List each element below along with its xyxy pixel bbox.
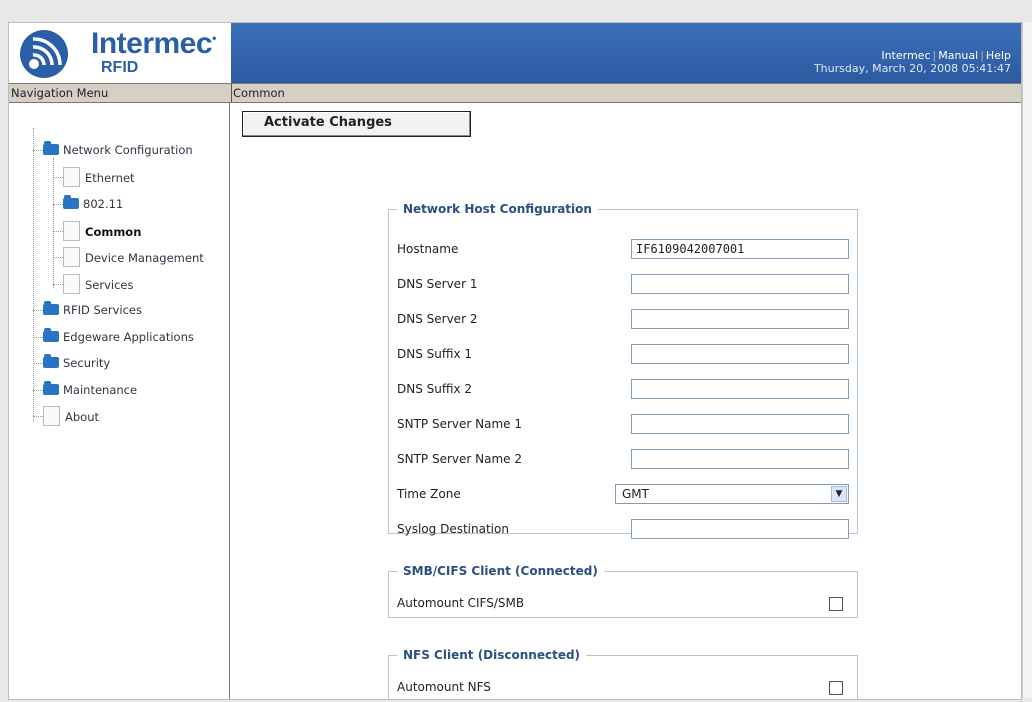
help-link[interactable]: Help bbox=[986, 49, 1011, 62]
nav-common[interactable]: Common bbox=[63, 221, 141, 241]
nav-device-management[interactable]: Device Management bbox=[63, 247, 204, 267]
hostname-input[interactable]: IF6109042007001 bbox=[631, 239, 849, 259]
syslog-destination-label: Syslog Destination bbox=[397, 522, 509, 536]
tree-connector bbox=[33, 390, 43, 391]
nav-rfid-services[interactable]: RFID Services bbox=[43, 300, 142, 320]
logo: Intermec• RFID bbox=[9, 23, 229, 83]
nav-802-11[interactable]: 802.11 bbox=[63, 194, 123, 214]
nav-ethernet[interactable]: Ethernet bbox=[63, 167, 135, 187]
intermec-link[interactable]: Intermec bbox=[881, 49, 930, 62]
nav-label: Security bbox=[63, 356, 111, 370]
page-icon bbox=[43, 406, 60, 426]
top-links: Intermec | Manual | Help bbox=[881, 49, 1011, 62]
nfs-client-group: NFS Client (Disconnected) Automount NFS bbox=[388, 648, 858, 699]
folder-icon bbox=[43, 354, 59, 368]
dns-suffix-2-label: DNS Suffix 2 bbox=[397, 382, 473, 396]
nav-about[interactable]: About bbox=[43, 406, 99, 426]
browser-page: Intermec• RFID Intermec | Manual | Help Thur… bbox=[8, 22, 1022, 700]
dns-server-1-label: DNS Server 1 bbox=[397, 277, 478, 291]
tree-connector bbox=[53, 177, 63, 178]
nav-label: Maintenance bbox=[63, 383, 138, 397]
tree-connector bbox=[33, 337, 43, 338]
nav-label: Network Configuration bbox=[63, 143, 193, 157]
tree-connector bbox=[33, 310, 43, 311]
dns-suffix-1-input[interactable] bbox=[631, 344, 849, 364]
nav-label: Edgeware Applications bbox=[63, 330, 194, 344]
nav-label: Common bbox=[85, 225, 142, 239]
nav-label: About bbox=[65, 410, 100, 424]
dns-suffix-2-input[interactable] bbox=[631, 379, 849, 399]
main-content: Activate Changes Network Host Configurat… bbox=[230, 102, 1021, 699]
automount-cifs-smb-checkbox[interactable] bbox=[829, 597, 843, 611]
nav-services[interactable]: Services bbox=[63, 274, 134, 294]
manual-link[interactable]: Manual bbox=[938, 49, 978, 62]
syslog-destination-input[interactable] bbox=[631, 519, 849, 539]
tree-connector bbox=[33, 150, 43, 151]
folder-icon bbox=[43, 328, 59, 342]
header: Intermec• RFID Intermec | Manual | Help Thur… bbox=[9, 23, 1021, 83]
dns-server-2-input[interactable] bbox=[631, 309, 849, 329]
group-legend: Network Host Configuration bbox=[403, 202, 592, 216]
page-icon bbox=[63, 221, 80, 241]
sntp-server-name-2-input[interactable] bbox=[631, 449, 849, 469]
header-banner: Intermec | Manual | Help Thursday, March 20,… bbox=[231, 23, 1021, 83]
folder-icon bbox=[43, 301, 59, 315]
nav-label: RFID Services bbox=[63, 303, 143, 317]
section-title: Common bbox=[233, 86, 285, 100]
nav-label: Services bbox=[85, 278, 134, 292]
page-icon bbox=[63, 167, 80, 187]
sntp-server-name-1-label: SNTP Server Name 1 bbox=[397, 417, 522, 431]
datetime: Thursday, March 20, 2008 05:41:47 bbox=[813, 62, 1011, 75]
tree-connector bbox=[33, 363, 43, 364]
activate-changes-button[interactable]: Activate Changes bbox=[242, 111, 471, 137]
nav-security[interactable]: Security bbox=[43, 353, 110, 373]
dns-server-2-label: DNS Server 2 bbox=[397, 312, 478, 326]
tree-connector bbox=[53, 257, 63, 258]
nav-edgeware-applications[interactable]: Edgeware Applications bbox=[43, 327, 194, 347]
scrollbar[interactable] bbox=[1022, 22, 1032, 698]
tree-connector bbox=[53, 231, 63, 232]
sntp-server-name-2-label: SNTP Server Name 2 bbox=[397, 452, 522, 466]
tree-connector bbox=[33, 416, 43, 417]
chevron-down-icon[interactable]: ▼ bbox=[831, 486, 847, 502]
tree-connector bbox=[33, 128, 34, 422]
hostname-label: Hostname bbox=[397, 242, 459, 256]
dns-server-1-input[interactable] bbox=[631, 274, 849, 294]
nav-maintenance[interactable]: Maintenance bbox=[43, 380, 137, 400]
nav-label: Device Management bbox=[85, 251, 204, 265]
nav-label: 802.11 bbox=[83, 197, 124, 211]
automount-nfs-checkbox[interactable] bbox=[829, 681, 843, 695]
navigation-tree: Network Configuration Ethernet 802.11 Co… bbox=[9, 102, 230, 699]
folder-icon bbox=[43, 381, 59, 395]
nav-title: Navigation Menu bbox=[9, 84, 232, 102]
network-host-configuration-group: Network Host Configuration Hostname IF61… bbox=[388, 202, 858, 539]
dns-suffix-1-label: DNS Suffix 1 bbox=[397, 347, 473, 361]
smb-cifs-client-group: SMB/CIFS Client (Connected) Automount CI… bbox=[388, 564, 858, 618]
logo-wordmark: Intermec• bbox=[91, 27, 216, 60]
page-icon bbox=[63, 247, 80, 267]
sntp-server-name-1-input[interactable] bbox=[631, 414, 849, 434]
folder-icon bbox=[43, 141, 59, 155]
time-zone-label: Time Zone bbox=[397, 487, 461, 501]
group-legend: SMB/CIFS Client (Connected) bbox=[403, 564, 598, 578]
tree-connector bbox=[53, 284, 63, 285]
nav-label: Ethernet bbox=[85, 171, 135, 185]
logo-product: RFID bbox=[101, 59, 139, 76]
page-icon bbox=[63, 274, 80, 294]
time-zone-value: GMT bbox=[622, 487, 649, 501]
rfid-signal-logo-icon bbox=[20, 30, 68, 78]
nav-network-configuration[interactable]: Network Configuration bbox=[43, 140, 193, 160]
automount-nfs-label: Automount NFS bbox=[397, 680, 491, 694]
group-legend: NFS Client (Disconnected) bbox=[403, 648, 581, 662]
folder-icon bbox=[63, 195, 79, 209]
tree-connector bbox=[53, 204, 63, 205]
automount-cifs-smb-label: Automount CIFS/SMB bbox=[397, 596, 525, 610]
title-bar: Navigation Menu Common bbox=[9, 83, 1021, 103]
time-zone-select[interactable]: GMT ▼ bbox=[615, 484, 849, 504]
